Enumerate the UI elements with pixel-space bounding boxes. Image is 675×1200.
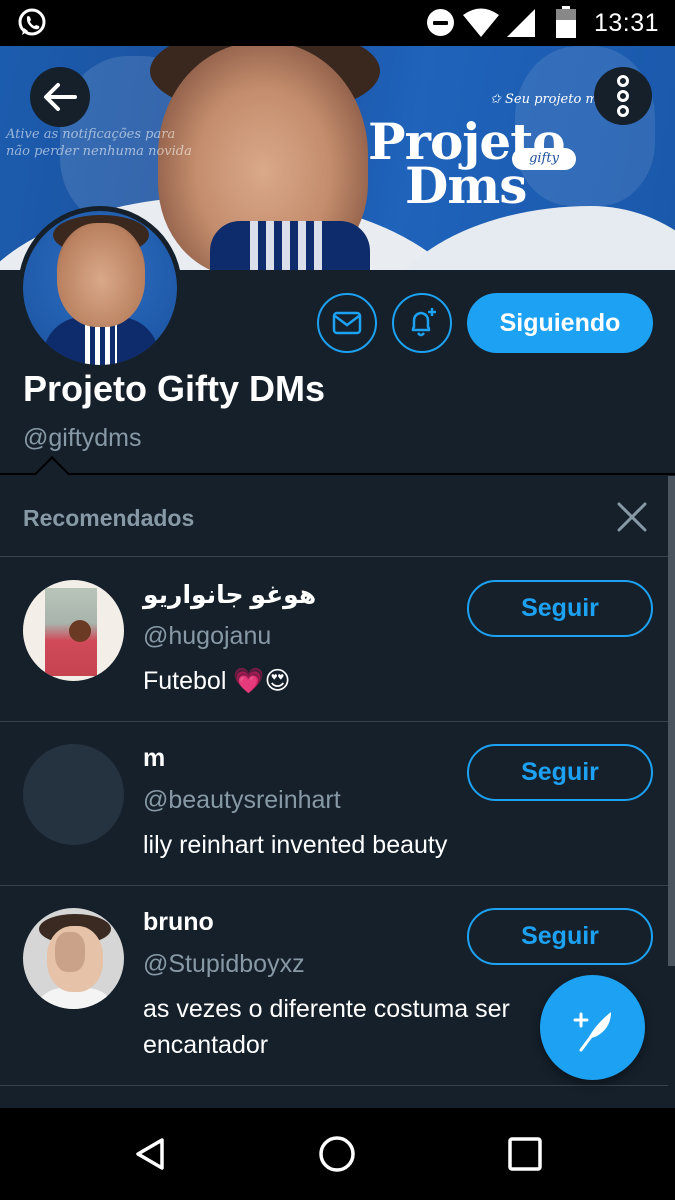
banner-logo-line2: Dms [405,156,527,215]
user-name: هوغو جانواريو [143,581,317,609]
profile-avatar-image [23,211,177,365]
back-nav-icon[interactable] [130,1134,170,1174]
following-button[interactable]: Siguiendo [467,293,653,353]
recents-nav-icon[interactable] [505,1134,545,1174]
navigation-bar [0,1108,675,1200]
user-avatar[interactable] [23,908,124,1009]
do-not-disturb-icon [427,9,454,36]
user-avatar[interactable] [23,580,124,681]
user-handle: @beautysreinhart [143,786,341,814]
more-dot-icon [617,75,629,87]
recommendations-title: Recomendados [23,505,195,531]
recommended-user[interactable]: هوغو جانواريو @hugojanu Futebol 💗😍 Segui… [0,558,668,722]
banner-notify-line2: não perder nenhuma novida [6,144,192,159]
user-handle: @hugojanu [143,622,272,650]
user-name: bruno [143,908,214,936]
compose-tweet-button[interactable] [540,975,645,1080]
user-handle: @Stupidboyxz [143,950,305,978]
user-name: m [143,744,166,772]
banner-jacket [210,221,370,270]
wifi-icon [463,8,499,37]
notifications-button[interactable] [392,293,452,353]
bell-plus-icon [411,308,436,337]
whatsapp-icon [18,8,46,36]
banner-notify-text: Ative as notificações para não perder ne… [6,126,192,160]
more-dot-icon [617,105,629,117]
banner-logo-tag: gifty [512,148,576,170]
feather-plus-icon [573,1011,611,1051]
user-bio: lily reinhart invented beauty [143,831,448,859]
back-button[interactable] [30,67,90,127]
follow-button[interactable]: Seguir [467,908,653,965]
follow-button[interactable]: Seguir [467,580,653,637]
battery-icon [556,6,576,38]
recommendations-header: Recomendados [0,475,668,557]
profile-avatar[interactable] [18,206,182,370]
envelope-icon [332,311,362,335]
more-options-button[interactable] [594,67,652,125]
status-time: 13:31 [594,9,660,37]
signal-icon [507,9,535,37]
user-bio: Futebol 💗😍 [143,667,291,695]
user-avatar[interactable] [23,744,124,845]
arrow-left-icon [44,83,77,111]
more-dot-icon [617,90,629,102]
status-bar: 13:31 [0,0,675,46]
close-icon[interactable] [614,499,650,535]
recommended-user[interactable]: m @beautysreinhart lily reinhart invente… [0,722,668,886]
home-nav-icon[interactable] [317,1134,357,1174]
recommendations-scrollbar[interactable] [668,476,675,966]
profile-display-name: Projeto Gifty DMs [23,368,326,409]
banner-wave-right [375,206,675,270]
follow-button[interactable]: Seguir [467,744,653,801]
message-button[interactable] [317,293,377,353]
user-bio: as vezes o diferente costuma ser encanta… [143,995,510,1059]
banner-notify-line1: Ative as notificações para [6,127,176,142]
profile-handle: @giftydms [23,424,142,452]
